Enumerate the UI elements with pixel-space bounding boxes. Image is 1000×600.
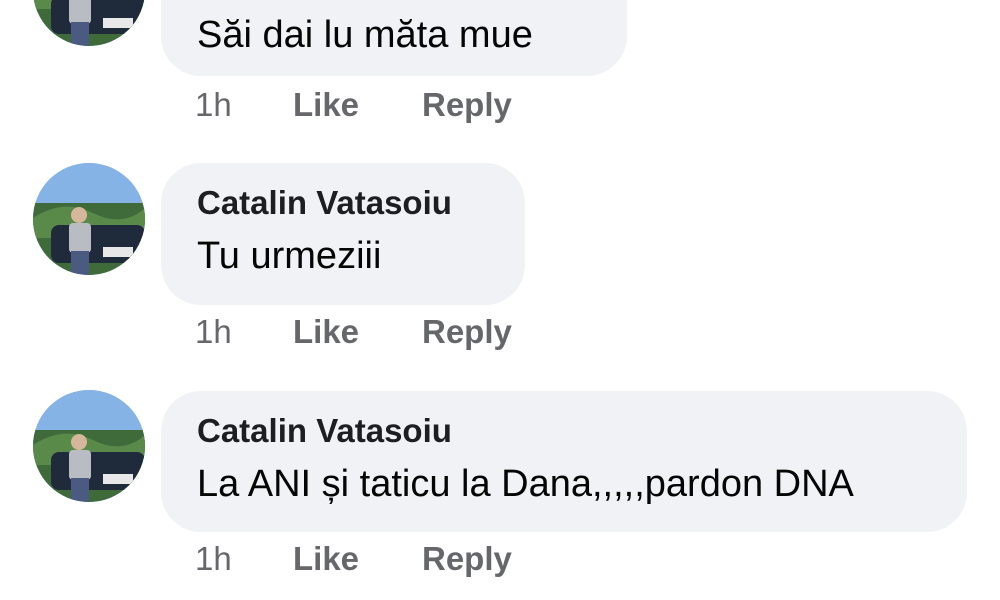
comment-thread: Săi dai lu măta mue 1h Like Reply Catali… bbox=[0, 0, 1000, 600]
like-button[interactable]: Like bbox=[293, 540, 359, 578]
comment-bubble: Săi dai lu măta mue bbox=[161, 0, 627, 76]
comment-author[interactable]: Catalin Vatasoiu bbox=[197, 411, 931, 451]
comment-text: Tu urmeziii bbox=[197, 235, 382, 277]
comment-author[interactable]: Catalin Vatasoiu bbox=[197, 183, 489, 223]
comment-bubble: Catalin Vatasoiu La ANI și taticu la Dan… bbox=[161, 391, 967, 532]
reply-button[interactable]: Reply bbox=[422, 86, 512, 124]
reply-button[interactable]: Reply bbox=[422, 540, 512, 578]
comment-bubble: Catalin Vatasoiu Tu urmeziii bbox=[161, 163, 525, 305]
comment-timestamp: 1h bbox=[195, 86, 232, 123]
avatar[interactable] bbox=[33, 0, 145, 46]
comment-timestamp: 1h bbox=[195, 540, 232, 577]
avatar-photo bbox=[33, 390, 145, 502]
avatar[interactable] bbox=[33, 163, 145, 275]
avatar-photo bbox=[33, 163, 145, 275]
like-button[interactable]: Like bbox=[293, 313, 359, 351]
comment-text: Săi dai lu măta mue bbox=[197, 14, 533, 56]
avatar-photo bbox=[33, 0, 145, 46]
comment-text: La ANI și taticu la Dana,,,,,pardon DNA bbox=[197, 463, 854, 505]
reply-button[interactable]: Reply bbox=[422, 313, 512, 351]
comment-timestamp: 1h bbox=[195, 313, 232, 350]
like-button[interactable]: Like bbox=[293, 86, 359, 124]
avatar[interactable] bbox=[33, 390, 145, 502]
